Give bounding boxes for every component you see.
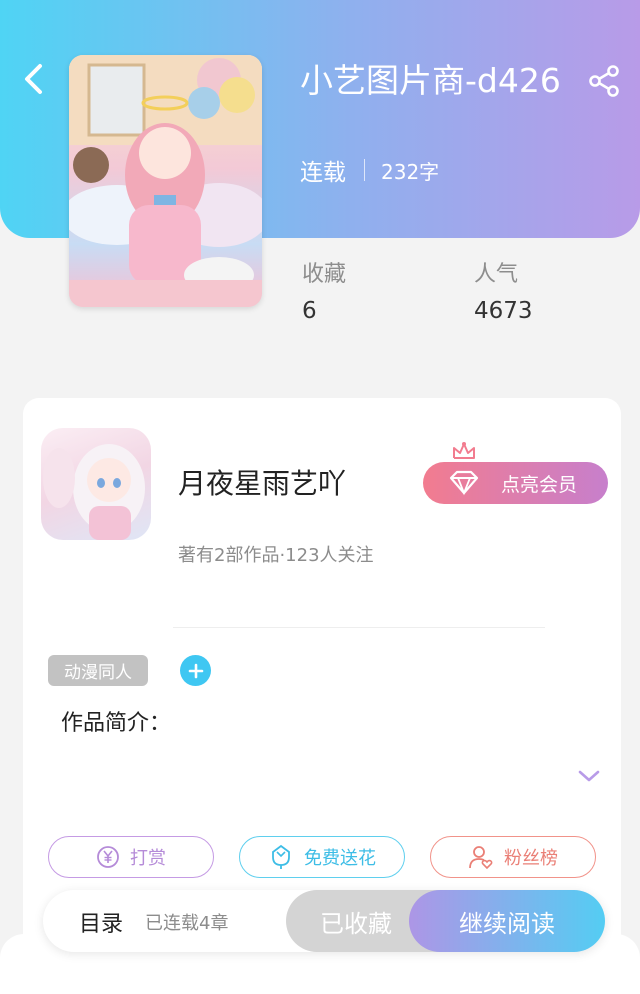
- back-button[interactable]: [18, 62, 48, 96]
- vip-button-label: 点亮会员: [501, 473, 578, 496]
- crown-icon: [453, 442, 475, 459]
- popularity-stat: 人气 4673: [474, 256, 533, 324]
- popularity-label: 人气: [474, 262, 519, 287]
- reward-button[interactable]: 打赏: [48, 836, 214, 878]
- book-info-card: 月夜星雨艺吖 著有2部作品·123人关注 点亮会员 动漫同人 作品简介： 打赏 …: [23, 398, 621, 958]
- share-button[interactable]: [586, 62, 624, 100]
- author-avatar[interactable]: [41, 428, 151, 540]
- yen-coin-icon: [97, 846, 119, 868]
- chevron-down-icon: [578, 770, 600, 782]
- popularity-value: 4673: [474, 298, 533, 324]
- favorites-label: 收藏: [302, 262, 347, 287]
- author-meta: 著有2部作品·123人关注: [178, 545, 374, 566]
- diamond-icon: [449, 470, 479, 496]
- book-status-row: 连载 232字: [300, 152, 439, 188]
- favorites-value: 6: [302, 298, 317, 324]
- expand-intro-button[interactable]: [576, 766, 602, 786]
- fans-ranking-label: 粉丝榜: [504, 848, 558, 869]
- genre-tag[interactable]: 动漫同人: [48, 655, 148, 686]
- flower-icon: [272, 844, 290, 869]
- vip-activate-button[interactable]: 点亮会员: [423, 462, 608, 504]
- status-divider: [364, 159, 365, 181]
- chapter-count: 已连载4章: [145, 913, 229, 934]
- free-flower-button[interactable]: 免费送花: [239, 836, 405, 878]
- chevron-left-icon: [25, 64, 42, 94]
- book-title: 小艺图片商-d426: [300, 61, 561, 100]
- bottom-action-bar: 目录 已连载4章 已收藏 继续阅读: [43, 890, 605, 952]
- table-of-contents-button[interactable]: 目录: [79, 906, 123, 938]
- add-tag-button[interactable]: [180, 655, 211, 686]
- book-cover-image[interactable]: [69, 55, 262, 307]
- section-divider: [173, 627, 545, 628]
- plus-icon: [188, 663, 203, 678]
- intro-label: 作品简介：: [61, 711, 172, 736]
- serial-status: 连载: [300, 160, 346, 186]
- avatar-illustration: [43, 444, 145, 540]
- cover-illustration: [69, 55, 262, 307]
- continue-reading-button[interactable]: 继续阅读: [409, 890, 605, 952]
- share-icon: [589, 65, 619, 97]
- favorites-stat: 收藏 6: [302, 256, 346, 324]
- free-flower-label: 免费送花: [304, 848, 376, 869]
- word-count: 232字: [381, 159, 440, 184]
- user-heart-icon: [469, 846, 493, 870]
- fans-ranking-button[interactable]: 粉丝榜: [430, 836, 596, 878]
- collected-label: 已收藏: [320, 909, 392, 938]
- reward-label: 打赏: [130, 848, 166, 869]
- author-name[interactable]: 月夜星雨艺吖: [178, 462, 346, 502]
- continue-reading-label: 继续阅读: [459, 909, 555, 938]
